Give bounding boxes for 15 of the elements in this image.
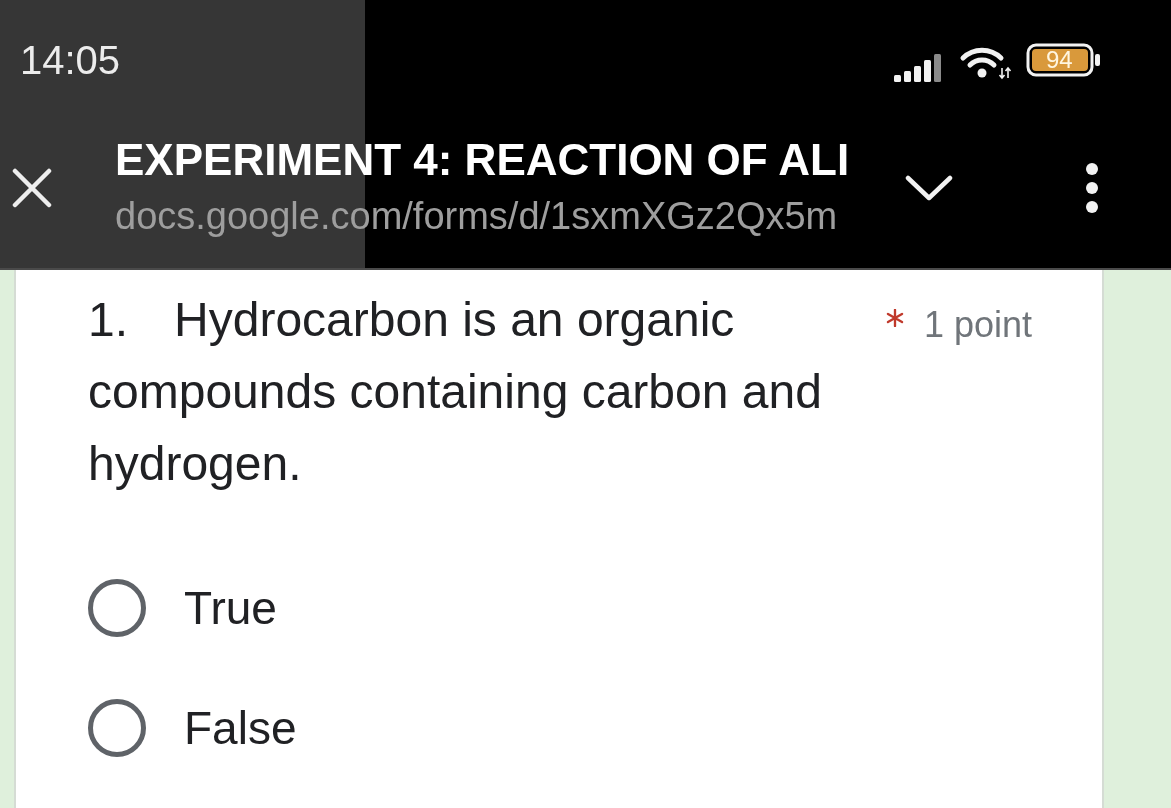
chevron-down-icon[interactable] <box>905 175 953 201</box>
status-time: 14:05 <box>20 37 121 83</box>
close-icon[interactable] <box>12 168 52 208</box>
radio-button[interactable] <box>88 579 146 637</box>
question-points: 1 point <box>923 304 1032 346</box>
more-options-icon[interactable] <box>1084 163 1100 213</box>
radio-button[interactable] <box>88 699 146 757</box>
option-label[interactable]: False <box>184 701 297 755</box>
battery-icon <box>1026 43 1102 77</box>
signal-icon <box>894 54 944 82</box>
page-url: docs.google.com/forms/d/1sxmXGz2Qx5m <box>115 194 839 239</box>
question-text: 1. Hydrocarbon is an organic compounds containing carbon and hydrogen. <box>88 292 823 492</box>
battery-percentage: 94 <box>1046 47 1073 73</box>
page-title: EXPERIMENT 4: REACTION OF ALI <box>115 135 851 185</box>
option-label[interactable]: True <box>184 581 277 635</box>
